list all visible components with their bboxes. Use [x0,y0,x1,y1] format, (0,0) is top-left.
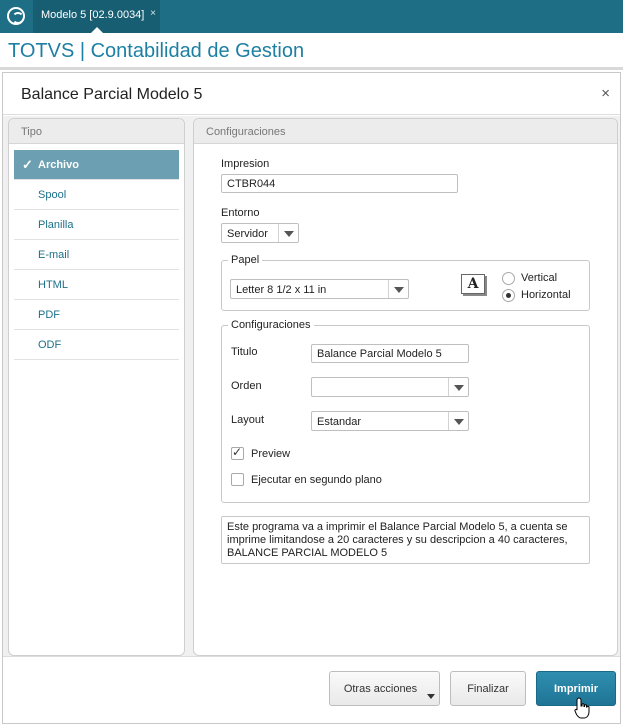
orden-label: Orden [231,380,262,392]
tipo-panel: Tipo ✓ Archivo Spool Planilla E-mail HTM… [8,118,185,656]
titulo-input[interactable]: Balance Parcial Modelo 5 [311,344,469,363]
vertical-radio[interactable] [502,272,515,285]
entorno-value: Servidor [227,228,268,240]
tipo-item-email[interactable]: E-mail [14,240,179,270]
otras-acciones-label: Otras acciones [343,683,418,695]
preview-label: Preview [251,448,291,460]
tipo-item-label: PDF [38,309,60,321]
chevron-down-icon [448,412,468,430]
tipo-list: ✓ Archivo Spool Planilla E-mail HTML PDF… [9,144,184,360]
preview-checkbox[interactable] [231,445,244,460]
top-bar: Modelo 5 [02.9.0034] × [0,0,623,33]
finalizar-button[interactable]: Finalizar [450,671,526,706]
papel-value: Letter 8 1/2 x 11 in [236,284,327,296]
tipo-item-label: Planilla [38,219,74,231]
segundo-plano-label: Ejecutar en segundo plano [251,474,382,486]
tab-active-pointer [91,27,103,33]
finalizar-label: Finalizar [467,683,509,695]
tipo-header: Tipo [9,119,184,144]
dialog-header: Balance Parcial Modelo 5 × [3,73,620,115]
tab-label: Modelo 5 [02.9.0034] [41,9,145,21]
horizontal-radio[interactable] [502,289,515,302]
tipo-item-html[interactable]: HTML [14,270,179,300]
tipo-item-spool[interactable]: Spool [14,180,179,210]
caret-down-icon [427,694,435,699]
tipo-item-planilla[interactable]: Planilla [14,210,179,240]
papel-legend: Papel [228,254,263,266]
chevron-down-icon [388,280,408,298]
tipo-item-odf[interactable]: ODF [14,330,179,360]
app-title: TOTVS | Contabilidad de Gestion [8,40,305,62]
tipo-item-label: ODF [38,339,62,351]
chevron-down-icon [278,224,298,242]
papel-fieldset: Papel Letter 8 1/2 x 11 in A Vertical Ho… [221,254,590,311]
opciones-fieldset: Configuraciones Titulo Balance Parcial M… [221,319,590,503]
titulo-label: Titulo [231,346,258,358]
segundo-plano-checkbox[interactable] [231,473,244,486]
impresion-input[interactable]: CTBR044 [221,174,458,193]
vertical-label: Vertical [521,272,558,284]
page-orientation-icon: A [461,274,485,294]
entorno-label: Entorno [221,207,260,219]
close-icon[interactable]: × [601,85,610,102]
imprimir-label: Imprimir [553,683,598,695]
orden-select[interactable] [311,377,469,397]
layout-label: Layout [231,414,265,426]
chevron-down-icon [448,378,468,396]
dialog-body: Tipo ✓ Archivo Spool Planilla E-mail HTM… [3,116,620,656]
program-description: Este programa va a imprimir el Balance P… [221,516,590,564]
configuraciones-panel: Configuraciones Impresion CTBR044 Entorn… [193,118,618,656]
entorno-select[interactable]: Servidor [221,223,299,243]
layout-select[interactable]: Estandar [311,411,469,431]
print-dialog: Balance Parcial Modelo 5 × Tipo ✓ Archiv… [2,72,621,724]
impresion-label: Impresion [221,158,270,170]
hand-cursor-icon [574,697,590,719]
tab-modelo-5[interactable]: Modelo 5 [02.9.0034] × [33,0,160,33]
tipo-item-label: E-mail [38,249,70,261]
tipo-item-archivo[interactable]: ✓ Archivo [14,150,179,180]
papel-select[interactable]: Letter 8 1/2 x 11 in [230,279,409,299]
title-divider [0,67,623,70]
horizontal-label: Horizontal [521,289,571,301]
opciones-legend: Configuraciones [228,319,314,331]
configuraciones-header: Configuraciones [194,119,617,144]
dialog-title: Balance Parcial Modelo 5 [21,86,203,103]
tipo-item-label: HTML [38,279,68,291]
tab-close-icon[interactable]: × [150,8,156,19]
totvs-logo-icon[interactable] [7,7,25,25]
tipo-item-label: Spool [38,189,67,201]
tipo-item-label: Archivo [38,159,79,171]
tipo-item-pdf[interactable]: PDF [14,300,179,330]
dialog-footer: Otras acciones Finalizar Imprimir [3,656,620,723]
otras-acciones-button[interactable]: Otras acciones [329,671,440,706]
check-icon: ✓ [22,157,33,172]
layout-value: Estandar [317,416,362,428]
